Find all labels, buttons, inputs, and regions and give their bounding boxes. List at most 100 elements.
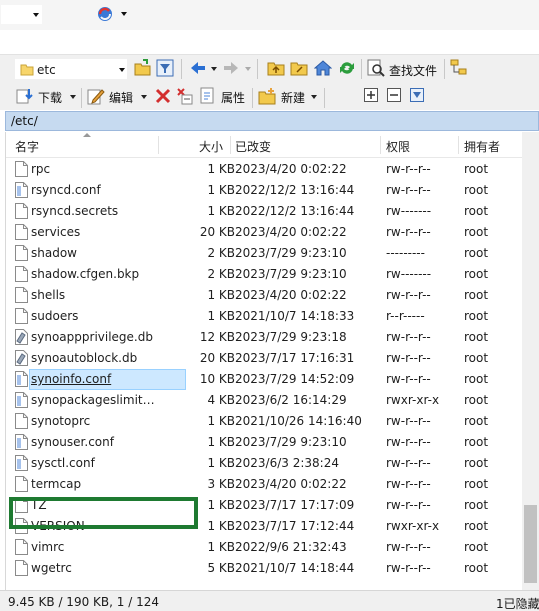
file-row[interactable]: sudoers 1 KB 2021/10/7 14:18:33 r--r----- ro… <box>6 306 524 327</box>
sync-icon[interactable] <box>96 5 114 23</box>
tree-view-icon[interactable] <box>450 59 468 77</box>
delete-icon[interactable] <box>154 87 172 105</box>
file-row[interactable]: synoappprivilege.db 12 KB 2023/7/29 9:23:1… <box>6 327 524 348</box>
chevron-down-icon[interactable] <box>141 95 147 99</box>
file-owner: root <box>464 330 489 344</box>
expand-icon[interactable] <box>364 88 378 102</box>
download-button[interactable]: 下载 <box>38 89 62 106</box>
parent-folder-icon[interactable] <box>267 59 285 77</box>
chevron-down-icon[interactable] <box>121 12 127 16</box>
toolbar-separator <box>181 59 182 79</box>
file-owner: root <box>464 183 489 197</box>
file-permissions: rw-r--r-- <box>386 561 431 575</box>
file-icon <box>15 308 28 324</box>
edit-button[interactable]: 编辑 <box>109 89 133 106</box>
root-folder-icon[interactable] <box>290 59 308 77</box>
file-size: 1 KB <box>207 540 235 554</box>
file-modified: 2023/7/17 17:16:31 <box>235 351 355 365</box>
column-name[interactable]: 名字 <box>15 138 39 155</box>
column-owner[interactable]: 拥有者 <box>464 138 500 155</box>
file-name: synoappprivilege.db <box>31 330 153 344</box>
chevron-down-icon <box>33 13 39 17</box>
edit-icon[interactable] <box>87 87 105 105</box>
find-files-button[interactable]: 查找文件 <box>389 62 437 79</box>
chevron-down-icon[interactable] <box>70 95 76 99</box>
path-combo[interactable]: etc <box>14 58 128 80</box>
file-row[interactable]: termcap 3 KB 2023/4/20 0:02:22 rw-r--r-- roo… <box>6 474 524 495</box>
file-row[interactable]: sysctl.conf 1 KB 2023/6/3 2:38:24 rw-r--r--… <box>6 453 524 474</box>
file-permissions: r--r----- <box>386 309 425 323</box>
file-modified: 2023/4/20 0:02:22 <box>235 225 347 239</box>
toolbar-separator <box>257 59 258 79</box>
file-row[interactable]: shells 1 KB 2023/4/20 0:02:22 rw-r--r-- root <box>6 285 524 306</box>
file-row[interactable]: shadow.cfgen.bkp 2 KB 2023/7/29 9:23:10 rw-… <box>6 264 524 285</box>
file-modified: 2022/9/6 21:32:43 <box>235 540 347 554</box>
file-icon <box>15 224 28 240</box>
file-icon <box>15 203 28 219</box>
file-size: 20 KB <box>199 351 235 365</box>
file-name: synouser.conf <box>31 435 114 449</box>
filter-icon[interactable] <box>156 59 174 77</box>
file-owner: root <box>464 519 489 533</box>
file-size: 1 KB <box>207 435 235 449</box>
file-row[interactable]: synouser.conf 1 KB 2023/7/29 9:23:10 rw-r--… <box>6 432 524 453</box>
scrollbar-thumb[interactable] <box>524 505 537 583</box>
file-row[interactable]: rpc 1 KB 2023/4/20 0:02:22 rw-r--r-- root <box>6 159 524 180</box>
open-folder-icon[interactable] <box>134 59 152 77</box>
file-row[interactable]: services 20 KB 2023/4/20 0:02:22 rw-r--r-- r… <box>6 222 524 243</box>
vertical-scrollbar[interactable] <box>522 132 539 590</box>
file-owner: root <box>464 225 489 239</box>
column-permissions[interactable]: 权限 <box>386 138 410 155</box>
file-row[interactable]: synotoprc 1 KB 2021/10/26 14:16:40 rw-r--r-… <box>6 411 524 432</box>
file-row[interactable]: wgetrc 5 KB 2021/10/7 14:18:44 rw-r--r-- roo… <box>6 558 524 579</box>
column-divider[interactable] <box>380 136 381 154</box>
file-size: 3 KB <box>207 477 235 491</box>
file-owner: root <box>464 561 489 575</box>
file-permissions: rw-r--r-- <box>386 498 431 512</box>
properties-button[interactable]: 属性 <box>221 89 245 106</box>
file-row[interactable]: vimrc 1 KB 2022/9/6 21:32:43 rw-r--r-- root <box>6 537 524 558</box>
new-folder-icon[interactable] <box>258 87 276 105</box>
file-list[interactable]: 名字 大小 已改变 权限 拥有者 rpc 1 KB 2023/4/20 0:02:2… <box>5 132 539 590</box>
file-row[interactable]: synoautoblock.db 20 KB 2023/7/17 17:16:31 r… <box>6 348 524 369</box>
file-owner: root <box>464 309 489 323</box>
rename-icon[interactable] <box>176 87 194 105</box>
config-file-icon <box>15 434 28 450</box>
forward-arrow-icon <box>224 62 238 74</box>
session-select[interactable] <box>0 4 43 25</box>
home-icon[interactable] <box>314 59 332 77</box>
file-owner: root <box>464 435 489 449</box>
file-row[interactable]: synopackageslimit… 4 KB 2023/6/2 16:14:29 r… <box>6 390 524 411</box>
path-bar[interactable]: /etc/ <box>5 111 539 131</box>
chevron-down-icon[interactable] <box>211 67 217 71</box>
file-name: shadow.cfgen.bkp <box>31 267 140 281</box>
file-row[interactable]: synoinfo.conf 10 KB 2023/7/29 14:52:09 rw-r… <box>6 369 524 390</box>
select-filter-icon[interactable] <box>410 88 424 102</box>
file-row[interactable]: rsyncd.secrets 1 KB 2022/12/2 13:16:44 rw--… <box>6 201 524 222</box>
new-button[interactable]: 新建 <box>281 89 305 106</box>
properties-icon[interactable] <box>199 87 217 105</box>
column-modified[interactable]: 已改变 <box>235 138 271 155</box>
file-row[interactable]: shadow 2 KB 2023/7/29 9:23:10 --------- root <box>6 243 524 264</box>
chevron-down-icon[interactable] <box>311 95 317 99</box>
column-divider[interactable] <box>458 136 459 154</box>
column-size[interactable]: 大小 <box>199 138 223 155</box>
back-arrow-icon[interactable] <box>189 59 207 77</box>
file-permissions: rw-r--r-- <box>386 162 431 176</box>
file-name: rsyncd.secrets <box>31 204 119 218</box>
file-name: synoinfo.conf <box>31 372 112 386</box>
file-icon <box>15 266 28 282</box>
file-row[interactable]: rsyncd.conf 1 KB 2022/12/2 13:16:44 rw-r--r… <box>6 180 524 201</box>
folder-icon <box>20 64 34 76</box>
download-icon[interactable] <box>16 87 34 105</box>
chevron-down-icon[interactable] <box>119 68 125 72</box>
refresh-icon[interactable] <box>338 59 356 77</box>
file-modified: 2023/4/20 0:02:22 <box>235 477 347 491</box>
column-divider[interactable] <box>230 136 231 154</box>
current-path: /etc/ <box>11 114 38 128</box>
column-divider[interactable] <box>158 136 159 154</box>
file-size: 4 KB <box>207 393 235 407</box>
config-file-icon <box>15 182 28 198</box>
collapse-icon[interactable] <box>387 88 401 102</box>
find-files-icon[interactable] <box>367 59 385 77</box>
